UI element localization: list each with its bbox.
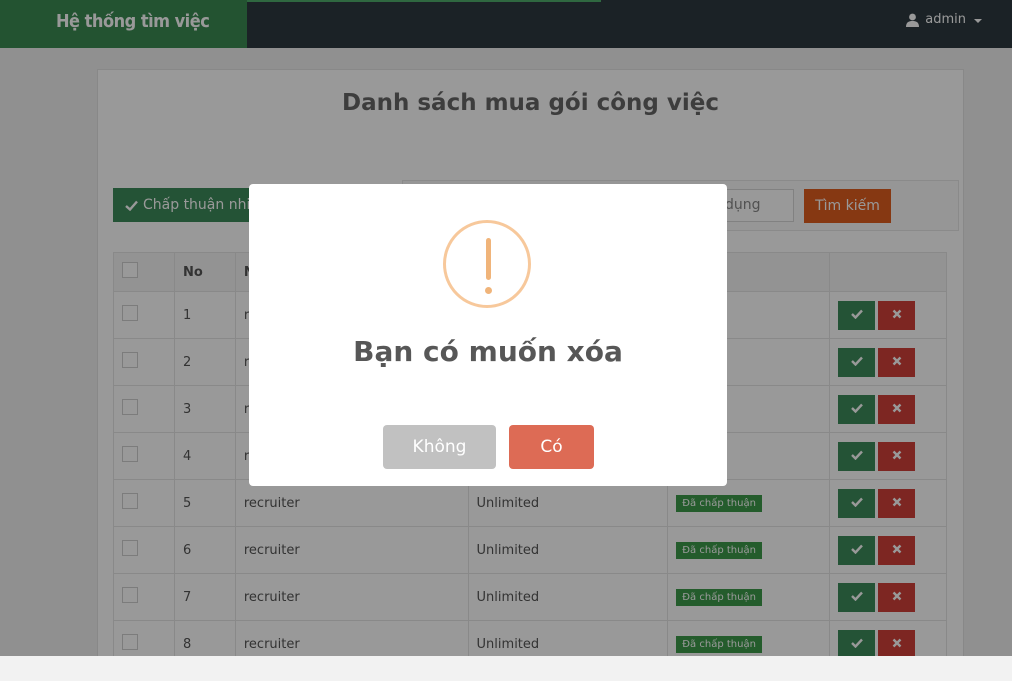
cancel-button[interactable]: Không (383, 425, 496, 469)
dialog-title: Bạn có muốn xóa (353, 335, 623, 368)
warning-icon-bar (486, 238, 491, 280)
warning-icon (443, 220, 531, 308)
bottom-strip (0, 656, 1012, 681)
confirm-button[interactable]: Có (509, 425, 594, 469)
confirm-delete-dialog: Bạn có muốn xóa Không Có (249, 184, 727, 486)
warning-icon-dot (485, 287, 492, 294)
